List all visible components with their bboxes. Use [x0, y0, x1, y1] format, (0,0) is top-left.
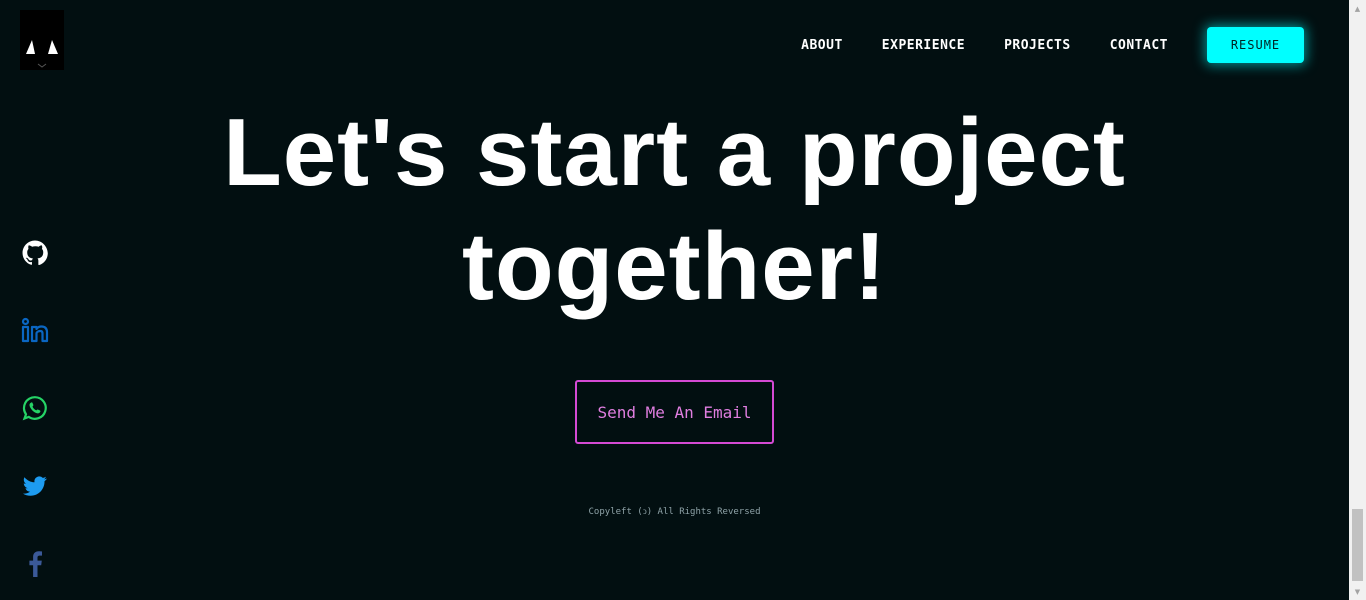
scroll-up-icon[interactable]: ▲: [1349, 0, 1366, 17]
nav-experience[interactable]: EXPERIENCE: [882, 38, 965, 53]
copyright-text: Copyleft (ↄ) All Rights Reversed: [588, 507, 761, 517]
nav-contact[interactable]: CONTACT: [1110, 38, 1168, 53]
scroll-down-icon[interactable]: ▼: [1349, 583, 1366, 600]
main-nav: ABOUT EXPERIENCE PROJECTS CONTACT RESUME: [801, 27, 1304, 63]
facebook-link[interactable]: [20, 549, 50, 579]
twitter-link[interactable]: [20, 471, 50, 501]
send-email-button[interactable]: Send Me An Email: [575, 380, 774, 444]
twitter-icon: [23, 476, 47, 496]
scrollbar[interactable]: ▲ ▼: [1349, 0, 1366, 600]
hero-line-2: together!: [462, 213, 887, 320]
scrollbar-thumb[interactable]: [1352, 509, 1363, 581]
whatsapp-link[interactable]: [20, 393, 50, 423]
nav-about[interactable]: ABOUT: [801, 38, 843, 53]
whatsapp-icon: [22, 396, 47, 421]
facebook-icon: [29, 551, 42, 577]
hero-line-1: Let's start a project: [223, 99, 1126, 206]
cat-ears-logo-icon: [26, 40, 58, 68]
logo[interactable]: [20, 10, 64, 70]
resume-button[interactable]: RESUME: [1207, 27, 1304, 63]
hero-heading: Let's start a project together!: [0, 96, 1349, 324]
nav-projects[interactable]: PROJECTS: [1004, 38, 1071, 53]
